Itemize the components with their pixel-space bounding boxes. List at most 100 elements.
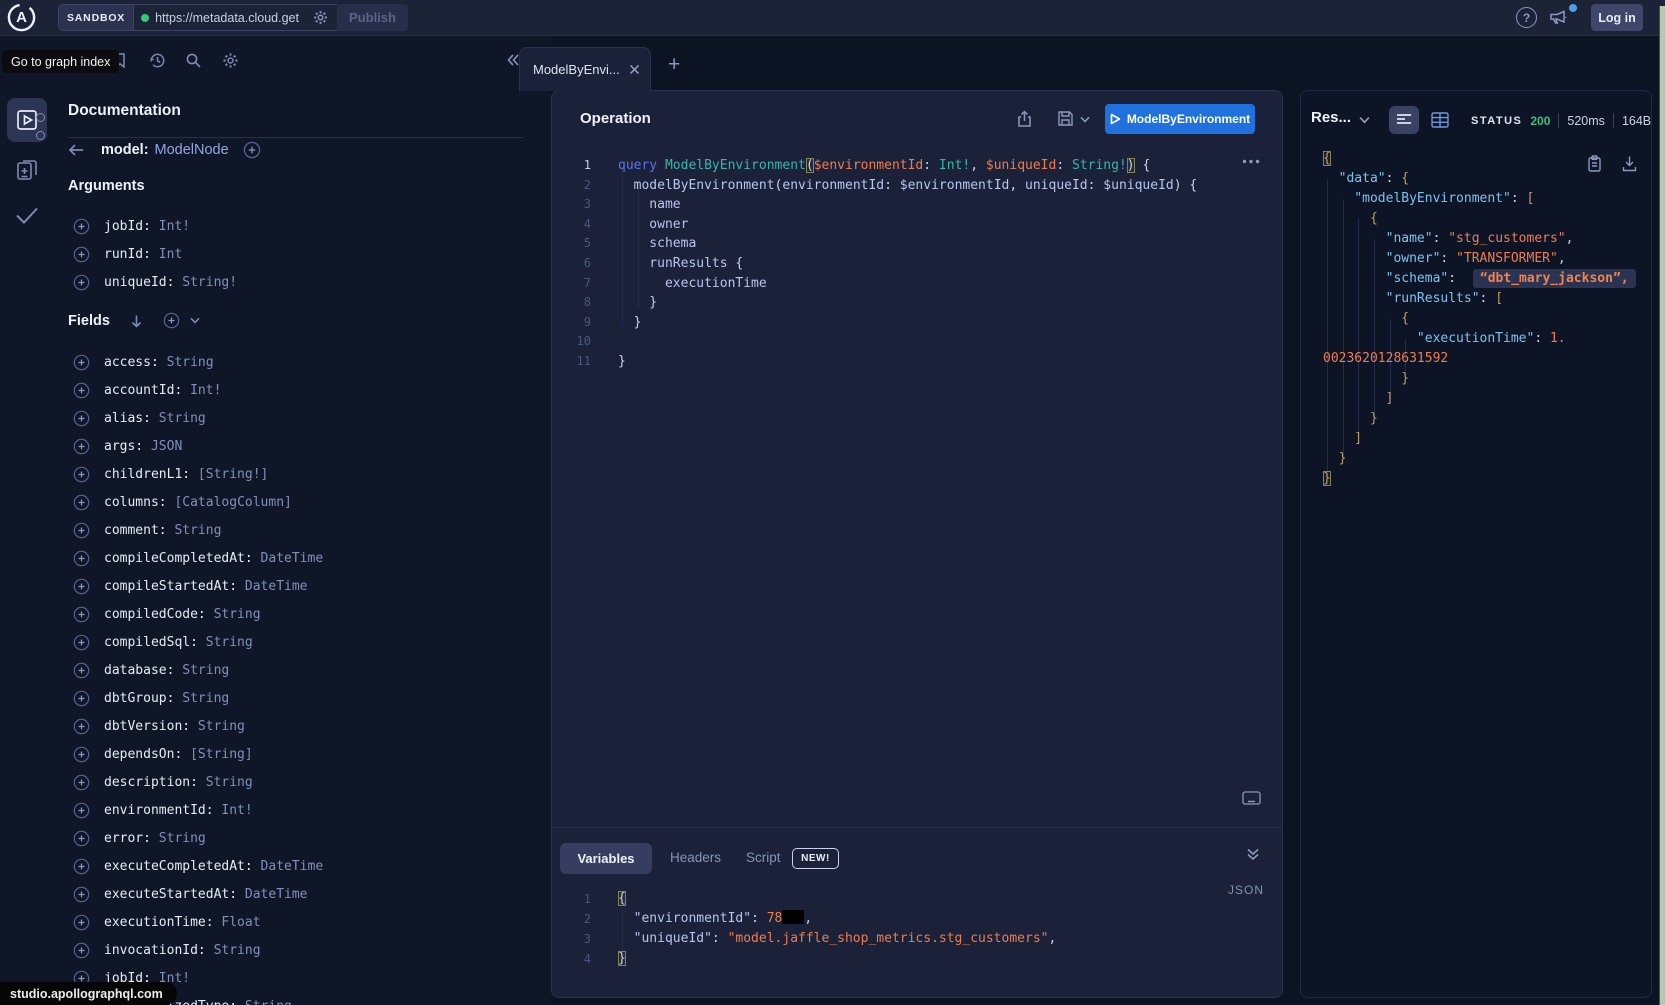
new-tab-icon[interactable]: + (668, 53, 680, 77)
field-type[interactable]: String (182, 691, 229, 706)
add-field-icon[interactable] (73, 354, 90, 371)
field-type[interactable]: Int! (221, 803, 252, 818)
field-row[interactable]: childrenL1: [String!] (68, 460, 541, 488)
field-type[interactable]: String (245, 999, 292, 1005)
field-type[interactable]: String! (182, 275, 237, 290)
field-row[interactable]: executeCompletedAt: DateTime (68, 852, 541, 880)
list-view-toggle[interactable] (1389, 106, 1419, 134)
add-field-icon[interactable] (73, 774, 90, 791)
graph-index-icon[interactable] (36, 109, 54, 145)
add-field-icon[interactable] (73, 662, 90, 679)
field-type[interactable]: Float (221, 915, 260, 930)
add-field-icon[interactable] (73, 914, 90, 931)
keyboard-shortcuts-icon[interactable] (1242, 791, 1261, 805)
field-type[interactable]: Int! (190, 383, 221, 398)
add-field-icon[interactable] (73, 550, 90, 567)
table-view-toggle[interactable] (1431, 112, 1449, 128)
operation-tab[interactable]: ModelByEnvi... (519, 47, 651, 91)
add-field-icon[interactable] (73, 942, 90, 959)
tab-script[interactable]: Script (746, 850, 781, 865)
field-type[interactable]: String (174, 523, 221, 538)
query-editor[interactable]: query ModelByEnvironment($environmentId:… (618, 156, 1197, 372)
save-icon[interactable] (1057, 110, 1074, 127)
field-type[interactable]: [String!] (198, 467, 268, 482)
field-type[interactable]: String (214, 943, 261, 958)
add-field-icon[interactable] (73, 718, 90, 735)
add-field-icon[interactable] (73, 634, 90, 651)
chevron-down-icon[interactable] (190, 317, 200, 324)
field-row[interactable]: uniqueId: String! (68, 268, 541, 296)
field-row[interactable]: invocationId: String (68, 936, 541, 964)
more-options-icon[interactable] (1242, 159, 1260, 164)
field-type[interactable]: String (206, 635, 253, 650)
add-all-fields-icon[interactable] (163, 312, 180, 329)
field-type[interactable]: DateTime (245, 887, 308, 902)
field-type[interactable]: String (198, 719, 245, 734)
response-dropdown-chevron-icon[interactable] (1359, 116, 1370, 124)
add-field-icon[interactable] (73, 886, 90, 903)
field-row[interactable]: compiledSql: String (68, 628, 541, 656)
field-row[interactable]: compileCompletedAt: DateTime (68, 544, 541, 572)
field-type[interactable]: String (206, 775, 253, 790)
add-field-icon[interactable] (73, 606, 90, 623)
field-row[interactable]: alias: String (68, 404, 541, 432)
field-row[interactable]: access: String (68, 348, 541, 376)
field-row[interactable]: dependsOn: [String] (68, 740, 541, 768)
add-field-icon[interactable] (73, 218, 90, 235)
announcements-icon[interactable] (1548, 8, 1568, 26)
field-type[interactable]: String (159, 831, 206, 846)
apollo-logo[interactable]: A (7, 3, 36, 32)
response-json[interactable]: { "data": { "modelByEnvironment": [ { "n… (1323, 149, 1636, 489)
field-row[interactable]: error: String (68, 824, 541, 852)
add-field-icon[interactable] (73, 274, 90, 291)
endpoint-input[interactable]: https://metadata.cloud.get (134, 5, 340, 30)
field-row[interactable]: compiledCode: String (68, 600, 541, 628)
settings-gear-icon[interactable] (222, 52, 239, 69)
add-field-icon[interactable] (73, 578, 90, 595)
field-row[interactable]: args: JSON (68, 432, 541, 460)
field-type[interactable]: [String] (190, 747, 253, 762)
search-icon[interactable] (185, 52, 202, 69)
variables-editor[interactable]: { "environmentId": 78, "uniqueId": "mode… (618, 889, 1056, 969)
share-icon[interactable] (1016, 110, 1033, 128)
help-icon[interactable]: ? (1516, 7, 1537, 28)
breadcrumb-type[interactable]: ModelNode (155, 142, 229, 158)
checks-nav-item[interactable] (14, 204, 40, 226)
add-field-icon[interactable] (73, 522, 90, 539)
field-row[interactable]: dbtGroup: String (68, 684, 541, 712)
back-arrow-icon[interactable] (68, 143, 85, 157)
field-row[interactable]: accountId: Int! (68, 376, 541, 404)
add-field-icon[interactable] (73, 746, 90, 763)
tab-variables[interactable]: Variables (560, 843, 652, 874)
add-field-icon[interactable] (73, 690, 90, 707)
run-operation-button[interactable]: ModelByEnvironment (1105, 104, 1255, 134)
field-type[interactable]: Int! (159, 219, 190, 234)
endpoint-settings-icon[interactable] (313, 10, 328, 25)
field-type[interactable]: JSON (151, 439, 182, 454)
add-field-icon[interactable] (73, 858, 90, 875)
field-row[interactable]: jobId: Int! (68, 212, 541, 240)
sort-icon[interactable] (130, 314, 143, 328)
schema-nav-item[interactable] (15, 156, 39, 182)
add-field-icon[interactable] (73, 494, 90, 511)
add-field-icon[interactable] (73, 438, 90, 455)
add-field-icon[interactable] (73, 830, 90, 847)
collapse-section-icon[interactable] (1246, 848, 1260, 861)
field-type[interactable]: DateTime (261, 859, 324, 874)
add-type-icon[interactable] (243, 141, 261, 159)
field-type[interactable]: DateTime (245, 579, 308, 594)
field-type[interactable]: String (159, 411, 206, 426)
field-type[interactable]: String (214, 607, 261, 622)
history-icon[interactable] (149, 52, 166, 69)
field-row[interactable]: columns: [CatalogColumn] (68, 488, 541, 516)
add-field-icon[interactable] (73, 802, 90, 819)
close-tab-icon[interactable] (629, 64, 640, 75)
add-field-icon[interactable] (73, 246, 90, 263)
endpoint-url[interactable]: https://metadata.cloud.get (155, 11, 307, 25)
window-edge-scrollbar[interactable] (1659, 6, 1665, 1005)
field-row[interactable]: compileStartedAt: DateTime (68, 572, 541, 600)
field-row[interactable]: runId: Int (68, 240, 541, 268)
field-type[interactable]: String (167, 355, 214, 370)
field-type[interactable]: DateTime (261, 551, 324, 566)
publish-button[interactable]: Publish (337, 4, 408, 31)
